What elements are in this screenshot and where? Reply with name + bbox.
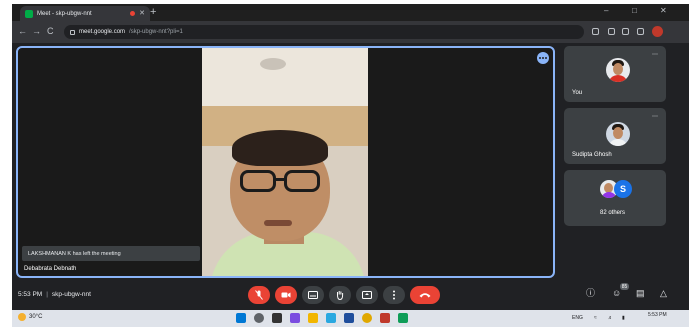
side-tile-label: Sudipta Ghosh [572, 152, 612, 158]
app-icon[interactable] [380, 313, 390, 323]
os-taskbar: 30°C ENG ≈ ♬ ▮ 5:53 PM [12, 310, 689, 327]
avatar-body [608, 139, 628, 146]
side-tile-you[interactable]: ⋯ You [564, 46, 666, 102]
raise-hand-icon [337, 291, 344, 300]
new-tab-button[interactable]: + [150, 7, 156, 18]
notice-text: LAKSHMANAN K has left the meeting [28, 250, 121, 257]
meet-control-bar: 5:53 PM | skp-ubgw-nnt ⓘ 85 ☺ ▤ △ [12, 280, 689, 310]
address-bar[interactable]: meet.google.com/skp-ubgw-nnt?pli=1 [64, 25, 584, 39]
camera-permission-icon[interactable] [592, 28, 599, 35]
task-view-icon[interactable] [272, 313, 282, 323]
url-path: /skp-ubgw-nnt?pli=1 [129, 29, 183, 35]
video-ceiling [202, 48, 368, 108]
main-speaker-tile[interactable]: LAKSHMANAN K has left the meeting Debabr… [16, 46, 555, 278]
avatar-face [613, 63, 623, 75]
recording-indicator-icon [130, 11, 136, 16]
meeting-details-icon[interactable]: ⓘ [586, 289, 595, 298]
tab-close-icon[interactable]: ✕ [139, 10, 145, 17]
maximize-button[interactable]: □ [632, 7, 637, 15]
clock-time: 5:53 PM [648, 312, 667, 318]
weather-widget[interactable]: 30°C [18, 313, 42, 321]
volume-icon[interactable]: ♬ [608, 315, 613, 321]
meeting-time: 5:53 PM [18, 291, 43, 298]
leave-call-button[interactable] [410, 286, 440, 304]
reload-button[interactable]: C [47, 26, 54, 36]
avatar-you [606, 58, 630, 82]
teams-chat-icon[interactable] [290, 313, 300, 323]
raise-hand-button[interactable] [329, 286, 351, 304]
start-button[interactable] [236, 313, 246, 323]
speaker-video [202, 48, 368, 276]
speaker-hair [232, 130, 328, 166]
side-tile-more-icon[interactable]: ⋯ [652, 52, 658, 58]
search-icon[interactable] [254, 313, 264, 323]
tab-title: Meet - skp-ubgw-nnt [37, 10, 92, 17]
browser-tab-meet[interactable]: Meet - skp-ubgw-nnt ✕ [20, 6, 150, 21]
meeting-details: 5:53 PM | skp-ubgw-nnt [18, 291, 91, 298]
more-vert-icon [393, 290, 395, 300]
close-window-button[interactable]: ✕ [660, 7, 667, 15]
minimize-button[interactable]: – [604, 7, 608, 15]
forward-button[interactable]: → [32, 26, 41, 36]
language-indicator[interactable]: ENG [572, 315, 583, 321]
glasses-left-lens [240, 170, 276, 192]
weather-temp: 30°C [29, 314, 43, 320]
captions-button[interactable] [302, 286, 324, 304]
chrome-browser-icon[interactable] [362, 313, 372, 323]
people-count-badge: 85 [620, 283, 629, 290]
sun-icon [18, 313, 26, 321]
avatar-letter: S [614, 180, 632, 198]
mic-off-icon [255, 290, 263, 300]
meeting-code: skp-ubgw-nnt [51, 291, 91, 298]
screen: Meet - skp-ubgw-nnt ✕ + – □ ✕ ← → C meet… [12, 4, 689, 327]
browser-toolbar: ← → C meet.google.com/skp-ubgw-nnt?pli=1 [12, 21, 689, 43]
avatar-face [613, 127, 623, 139]
side-tile-label: You [572, 90, 583, 96]
speaker-name: Debabrata Debnath [24, 266, 77, 272]
edge-browser-icon[interactable] [326, 313, 336, 323]
captions-icon [308, 291, 318, 299]
people-icon[interactable]: ☺ [612, 289, 621, 298]
glasses-bridge [274, 178, 286, 181]
avatar-body [608, 75, 628, 82]
glasses-right-lens [284, 170, 320, 192]
url-host: meet.google.com [79, 29, 126, 35]
side-tile-sudipta-ghosh[interactable]: ⋯ Sudipta Ghosh [564, 108, 666, 164]
tile-options-button[interactable] [537, 52, 549, 64]
google-meet-favicon-icon [25, 9, 33, 18]
camera-button[interactable] [275, 286, 297, 304]
activities-icon[interactable]: △ [660, 289, 667, 298]
mic-off-button[interactable] [248, 286, 270, 304]
speaker-mouth [264, 220, 292, 226]
hang-up-icon [419, 293, 431, 298]
present-screen-button[interactable] [356, 286, 378, 304]
wifi-icon[interactable]: ≈ [594, 315, 597, 321]
chat-icon[interactable]: ▤ [636, 289, 645, 298]
meet-app-icon[interactable] [398, 313, 408, 323]
present-screen-icon [362, 291, 372, 299]
ceiling-fan [260, 58, 286, 70]
side-tile-more-icon[interactable]: ⋯ [652, 114, 658, 120]
browser-tab-strip: Meet - skp-ubgw-nnt ✕ + – □ ✕ [12, 4, 689, 21]
side-tile-label: 82 others [600, 210, 626, 216]
sidebar-icon[interactable] [637, 28, 644, 35]
side-tile-others[interactable]: S 82 others [564, 170, 666, 226]
profile-avatar[interactable] [652, 26, 663, 37]
system-clock[interactable]: 5:53 PM [648, 312, 667, 318]
bookmark-star-icon[interactable] [622, 28, 629, 35]
store-icon[interactable] [344, 313, 354, 323]
participant-left-notice: LAKSHMANAN K has left the meeting [22, 246, 200, 261]
share-icon[interactable] [608, 28, 615, 35]
lock-icon [70, 29, 75, 35]
meeting-separator: | [46, 291, 48, 298]
back-button[interactable]: ← [18, 26, 27, 36]
battery-icon[interactable]: ▮ [622, 315, 625, 321]
file-explorer-icon[interactable] [308, 313, 318, 323]
more-options-button[interactable] [383, 286, 405, 304]
camera-icon [281, 292, 291, 298]
avatar-sudipta-ghosh [606, 122, 630, 146]
